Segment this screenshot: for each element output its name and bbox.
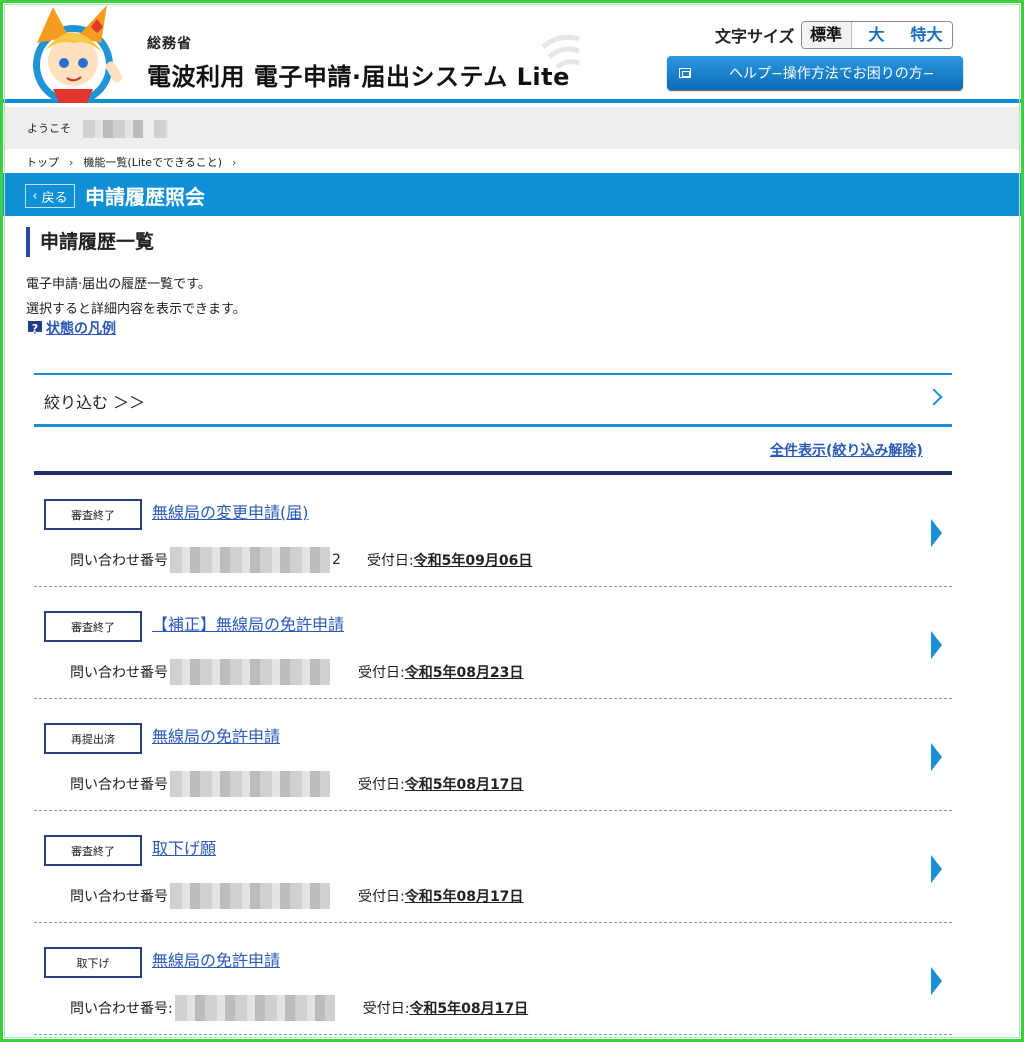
redacted-username-suffix (154, 120, 168, 138)
list-item[interactable]: 再提出済 無線局の免許申請 問い合わせ番号 受付日: 令和5年08月17日 (34, 699, 952, 811)
page-title: 申請履歴照会 (85, 185, 205, 209)
received-date-label: 受付日: (366, 553, 414, 569)
back-button[interactable]: ‹ 戻る (25, 184, 75, 208)
font-size-xlarge-button[interactable]: 特大 (901, 22, 952, 48)
redacted-inquiry-number (170, 659, 330, 685)
arrow-right-icon (931, 967, 942, 995)
signal-wave-icon (541, 34, 580, 70)
status-badge: 審査終了 (44, 835, 142, 866)
received-date-label: 受付日: (358, 777, 405, 793)
font-size-standard-button[interactable]: 標準 (801, 22, 852, 48)
redacted-inquiry-number (170, 883, 330, 909)
list-item[interactable]: 取下げ 無線局の免許申請 問い合わせ番号: 受付日: 令和5年08月17日 (34, 923, 952, 1035)
font-size-large-button[interactable]: 大 (851, 22, 902, 48)
breadcrumb-top[interactable]: トップ (26, 154, 59, 170)
system-name: 電波利用 電子申請·届出システム Lite (147, 63, 570, 91)
arrow-right-icon (931, 519, 942, 547)
section-description-1: 電子申請·届出の履歴一覧です。 (26, 277, 211, 292)
received-date: 令和5年09月06日 (413, 553, 533, 569)
received-date: 令和5年08月17日 (404, 777, 524, 793)
font-size-options: 標準 大 特大 (800, 21, 953, 49)
arrow-right-icon (931, 855, 942, 883)
redacted-username (82, 120, 143, 138)
filter-label: 絞り込む ＞＞ (44, 393, 146, 412)
application-title-link[interactable]: 無線局の免許申請 (152, 947, 280, 971)
record-meta: 問い合わせ番号 受付日: 令和5年08月17日 (70, 771, 523, 797)
application-title-link[interactable]: 無線局の変更申請(届) (152, 499, 309, 523)
received-date: 令和5年08月23日 (404, 665, 524, 681)
breadcrumb: トップ › 機能一覧(Liteでできること) › (26, 154, 236, 170)
inquiry-number-label: 問い合わせ番号 (70, 889, 168, 905)
redacted-inquiry-number (170, 547, 330, 573)
redacted-inquiry-number (170, 771, 330, 797)
received-date-label: 受付日: (362, 1001, 410, 1017)
received-date-label: 受付日: (358, 889, 405, 905)
section-description-2: 選択すると詳細内容を表示できます。 (26, 302, 246, 317)
welcome-bar: ようこそ (3, 107, 1021, 149)
font-size-label: 文字サイズ (715, 27, 795, 46)
inquiry-number-label: 問い合わせ番号 (70, 777, 168, 793)
record-meta: 問い合わせ番号 2 受付日: 令和5年09月06日 (70, 547, 532, 573)
back-button-label: 戻る (41, 190, 68, 206)
status-badge: 審査終了 (44, 499, 142, 530)
chevron-left-icon: ‹ (32, 188, 38, 204)
record-meta: 問い合わせ番号 受付日: 令和5年08月23日 (70, 659, 523, 685)
arrow-right-icon (931, 743, 942, 771)
inquiry-number-label: 問い合わせ番号 (70, 665, 168, 681)
application-title-link[interactable]: 取下げ願 (152, 835, 216, 859)
chevron-right-icon (925, 388, 943, 406)
filter-toggle[interactable]: 絞り込む ＞＞ (34, 373, 952, 427)
inquiry-number-suffix: 2 (332, 552, 341, 568)
inquiry-number-label: 問い合わせ番号 (70, 553, 168, 569)
ministry-name: 総務省 (147, 36, 192, 52)
mascot-logo (33, 5, 123, 103)
list-item[interactable]: 審査終了 【補正】無線局の免許申請 問い合わせ番号 受付日: 令和5年08月23… (34, 587, 952, 699)
status-badge: 再提出済 (44, 723, 142, 754)
welcome-message: ようこそ (27, 120, 168, 138)
status-legend-label: 状態の凡例 (46, 321, 116, 337)
list-item[interactable]: 審査終了 取下げ願 問い合わせ番号 受付日: 令和5年08月17日 (34, 811, 952, 923)
site-header: 総務省 電波利用 電子申請·届出システム Lite 文字サイズ 標準 大 特大 … (3, 3, 1021, 103)
inquiry-number-label: 問い合わせ番号: (70, 1001, 173, 1017)
application-title-link[interactable]: 【補正】無線局の免許申請 (152, 611, 344, 635)
application-title-link[interactable]: 無線局の免許申請 (152, 723, 280, 747)
help-question-icon: ? (28, 321, 42, 335)
font-size-control: 文字サイズ 標準 大 特大 (715, 21, 953, 49)
received-date-label: 受付日: (358, 665, 405, 681)
show-all-link[interactable]: 全件表示(絞り込み解除) (770, 440, 923, 460)
status-badge: 審査終了 (44, 611, 142, 642)
help-button-label: ヘルプ−操作方法でお困りの方− (729, 66, 935, 82)
chevron-right-icon: › (69, 155, 74, 169)
chevron-right-icon: › (232, 155, 237, 169)
received-date: 令和5年08月17日 (409, 1001, 529, 1017)
welcome-label: ようこそ (27, 122, 71, 135)
page-title-bar: ‹ 戻る 申請履歴照会 (3, 173, 1021, 216)
help-button[interactable]: ヘルプ−操作方法でお困りの方− (667, 56, 963, 90)
record-meta: 問い合わせ番号 受付日: 令和5年08月17日 (70, 883, 523, 909)
section-heading: 申請履歴一覧 (26, 227, 154, 257)
status-legend-link[interactable]: ? 状態の凡例 (28, 318, 116, 338)
redacted-inquiry-number (174, 995, 335, 1021)
record-meta: 問い合わせ番号: 受付日: 令和5年08月17日 (70, 995, 528, 1021)
received-date: 令和5年08月17日 (404, 889, 524, 905)
list-item[interactable]: 審査終了 無線局の変更申請(届) 問い合わせ番号 2 受付日: 令和5年09月0… (34, 475, 952, 587)
new-window-icon (679, 68, 691, 78)
status-badge: 取下げ (44, 947, 142, 978)
arrow-right-icon (931, 631, 942, 659)
breadcrumb-function-list[interactable]: 機能一覧(Liteでできること) (83, 154, 222, 170)
